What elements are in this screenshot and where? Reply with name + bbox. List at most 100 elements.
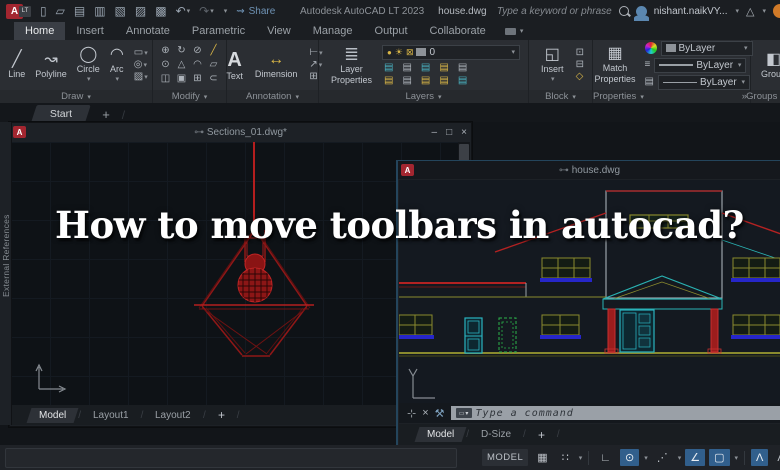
erase-icon[interactable]: ╱ xyxy=(210,46,216,56)
print-icon[interactable]: ▩ xyxy=(155,5,166,17)
layer-on-all-tool-icon[interactable]: ▤ xyxy=(384,75,393,86)
maximize-button[interactable]: □ xyxy=(446,127,452,138)
search-icon[interactable] xyxy=(618,6,629,16)
layer-dropdown[interactable]: ● ☀ ⊠ 0 ▾ xyxy=(382,44,521,60)
chevron-down-icon[interactable]: ▾ xyxy=(644,454,648,462)
save-icon[interactable]: ▤ xyxy=(74,5,85,17)
layer-match-tool-icon[interactable]: ▤ xyxy=(458,62,467,73)
tab-insert[interactable]: Insert xyxy=(65,22,115,40)
group-button[interactable]: ◧ Group xyxy=(757,51,780,79)
sections-new-layout-button[interactable]: + xyxy=(205,406,238,424)
chevron-down-icon[interactable]: ▾ xyxy=(87,75,91,83)
object-snap-tracking-toggle[interactable]: ∠ xyxy=(685,449,706,466)
pin-icon[interactable]: ⊶ xyxy=(194,127,204,138)
chevron-down-icon[interactable]: ▾ xyxy=(187,7,191,15)
arc-button[interactable]: ◠ Arc ▾ xyxy=(106,47,128,84)
annotation-visibility-toggle[interactable]: Λ xyxy=(751,449,769,466)
tab-view[interactable]: View xyxy=(256,22,302,40)
ribbon-display-toggle[interactable]: ▾ xyxy=(504,22,523,40)
isodraft-toggle[interactable]: ⋰ xyxy=(652,449,673,466)
panel-label-block[interactable]: Block ▾ xyxy=(529,90,592,103)
chevron-down-icon[interactable]: ▾ xyxy=(735,454,739,462)
text-button[interactable]: A Text xyxy=(222,50,247,81)
tab-manage[interactable]: Manage xyxy=(302,22,364,40)
lineweight-dropdown[interactable]: ByLayer ▾ xyxy=(654,57,747,73)
plot-icon[interactable]: ▧ xyxy=(115,5,126,17)
close-command-icon[interactable]: × xyxy=(422,407,428,419)
ellipse-button[interactable]: ◎ ▾ xyxy=(134,60,148,70)
layer-off-tool-icon[interactable]: ▤ xyxy=(384,62,393,73)
copy-icon[interactable]: ⊙ xyxy=(161,60,169,70)
house-new-layout-button[interactable]: + xyxy=(525,426,558,444)
minimize-button[interactable]: – xyxy=(432,127,438,138)
object-color-dropdown[interactable]: ByLayer ▾ xyxy=(660,40,753,56)
autodesk-account-icon[interactable]: △ xyxy=(746,5,754,18)
layer-properties-button[interactable]: ≣ Layer Properties xyxy=(327,45,376,85)
grid-toggle[interactable]: ▦ xyxy=(532,449,552,466)
trim-icon[interactable]: ⊘ xyxy=(193,46,201,56)
sections-drawing-canvas[interactable] xyxy=(11,142,458,405)
layer-on-icon[interactable]: ● xyxy=(387,48,392,57)
chevron-down-icon[interactable]: ▾ xyxy=(116,75,120,83)
signed-in-user[interactable]: nishant.naikVY... xyxy=(654,6,728,17)
explode-icon[interactable]: ▱ xyxy=(210,60,218,70)
color-wheel-icon[interactable] xyxy=(644,42,657,54)
linetype-icon[interactable]: ▤ xyxy=(645,77,654,87)
chevron-down-icon[interactable]: ▾ xyxy=(678,454,682,462)
sections-tab-layout1[interactable]: Layout1 xyxy=(81,408,141,423)
linetype-dropdown[interactable]: ByLayer ▾ xyxy=(657,74,750,90)
chevron-down-icon[interactable]: ▾ xyxy=(762,7,766,15)
hatch-button[interactable]: ▨ ▾ xyxy=(134,72,148,82)
object-snap-toggle[interactable]: ▢ xyxy=(709,449,730,466)
layer-lock-tool-icon[interactable]: ▤ xyxy=(439,62,448,73)
panel-label-layers[interactable]: Layers ▾ xyxy=(319,90,528,103)
line-button[interactable]: ╱ Line xyxy=(4,51,29,79)
model-space-button[interactable]: MODEL xyxy=(482,449,529,466)
panel-label-modify[interactable]: Modify ▾ xyxy=(153,90,226,103)
layer-isolate-tool-icon[interactable]: ▤ xyxy=(402,62,411,73)
stretch-icon[interactable]: ◫ xyxy=(161,74,170,84)
layer-thaw-all-tool-icon[interactable]: ▤ xyxy=(421,75,430,86)
snap-toggle[interactable]: ∷ xyxy=(557,449,574,466)
tab-start[interactable]: Start xyxy=(31,105,91,122)
offset-icon[interactable]: ⊂ xyxy=(209,74,217,84)
polyline-button[interactable]: ↝ Polyline xyxy=(31,51,71,79)
scrollbar-thumb[interactable] xyxy=(459,144,469,161)
command-dock-icon[interactable]: ⊹ xyxy=(407,407,416,420)
array-icon[interactable]: ⊞ xyxy=(193,74,201,84)
sections-title-bar[interactable]: A ⊶ Sections_01.dwg* – □ × xyxy=(10,123,471,141)
insert-button[interactable]: ◱ Insert ▾ xyxy=(537,47,568,84)
wrench-icon[interactable]: ⚒ xyxy=(435,407,445,420)
rectangle-button[interactable]: ▭ ▾ xyxy=(134,48,148,58)
command-line[interactable]: ▭ ▾ Type a command xyxy=(450,406,780,420)
tab-parametric[interactable]: Parametric xyxy=(181,22,256,40)
avatar[interactable] xyxy=(633,5,649,21)
tab-output[interactable]: Output xyxy=(364,22,419,40)
saveas-icon[interactable]: ▥ xyxy=(94,5,105,17)
autoscale-toggle[interactable]: Λ xyxy=(772,449,780,466)
tab-collaborate[interactable]: Collaborate xyxy=(419,22,497,40)
export-icon[interactable]: ▨ xyxy=(135,5,146,17)
new-file-icon[interactable]: ▯ xyxy=(40,5,47,17)
help-icon[interactable] xyxy=(773,4,780,18)
house-title-bar[interactable]: A ⊶ house.dwg xyxy=(398,161,780,179)
command-input[interactable]: Type a command xyxy=(476,408,574,419)
layer-freeze-tool-icon[interactable]: ▤ xyxy=(421,62,430,73)
fillet-icon[interactable]: ◠ xyxy=(193,60,202,70)
polar-tracking-toggle[interactable]: ⊙ xyxy=(620,449,640,466)
rotate-icon[interactable]: ↻ xyxy=(177,46,185,56)
layer-color-swatch[interactable] xyxy=(416,48,427,56)
dimension-button[interactable]: ↔ Dimension xyxy=(251,51,302,79)
match-properties-button[interactable]: ▦ Match Properties xyxy=(590,46,639,85)
panel-label-properties[interactable]: Properties ▾» xyxy=(593,90,750,103)
house-tab-model[interactable]: Model xyxy=(414,427,467,442)
chevron-down-icon[interactable]: ▾ xyxy=(551,75,555,83)
ortho-toggle[interactable]: ∟ xyxy=(595,449,616,466)
layer-thaw-icon[interactable]: ☀ xyxy=(395,47,403,58)
tab-home[interactable]: Home xyxy=(14,22,66,40)
open-file-icon[interactable]: ▱ xyxy=(56,5,65,17)
layer-unlock-icon[interactable]: ⊠ xyxy=(406,47,414,58)
recent-commands-button[interactable]: ▭ ▾ xyxy=(455,408,472,418)
layer-unisolate-tool-icon[interactable]: ▤ xyxy=(402,75,411,86)
pin-icon[interactable]: ⊶ xyxy=(559,165,569,176)
